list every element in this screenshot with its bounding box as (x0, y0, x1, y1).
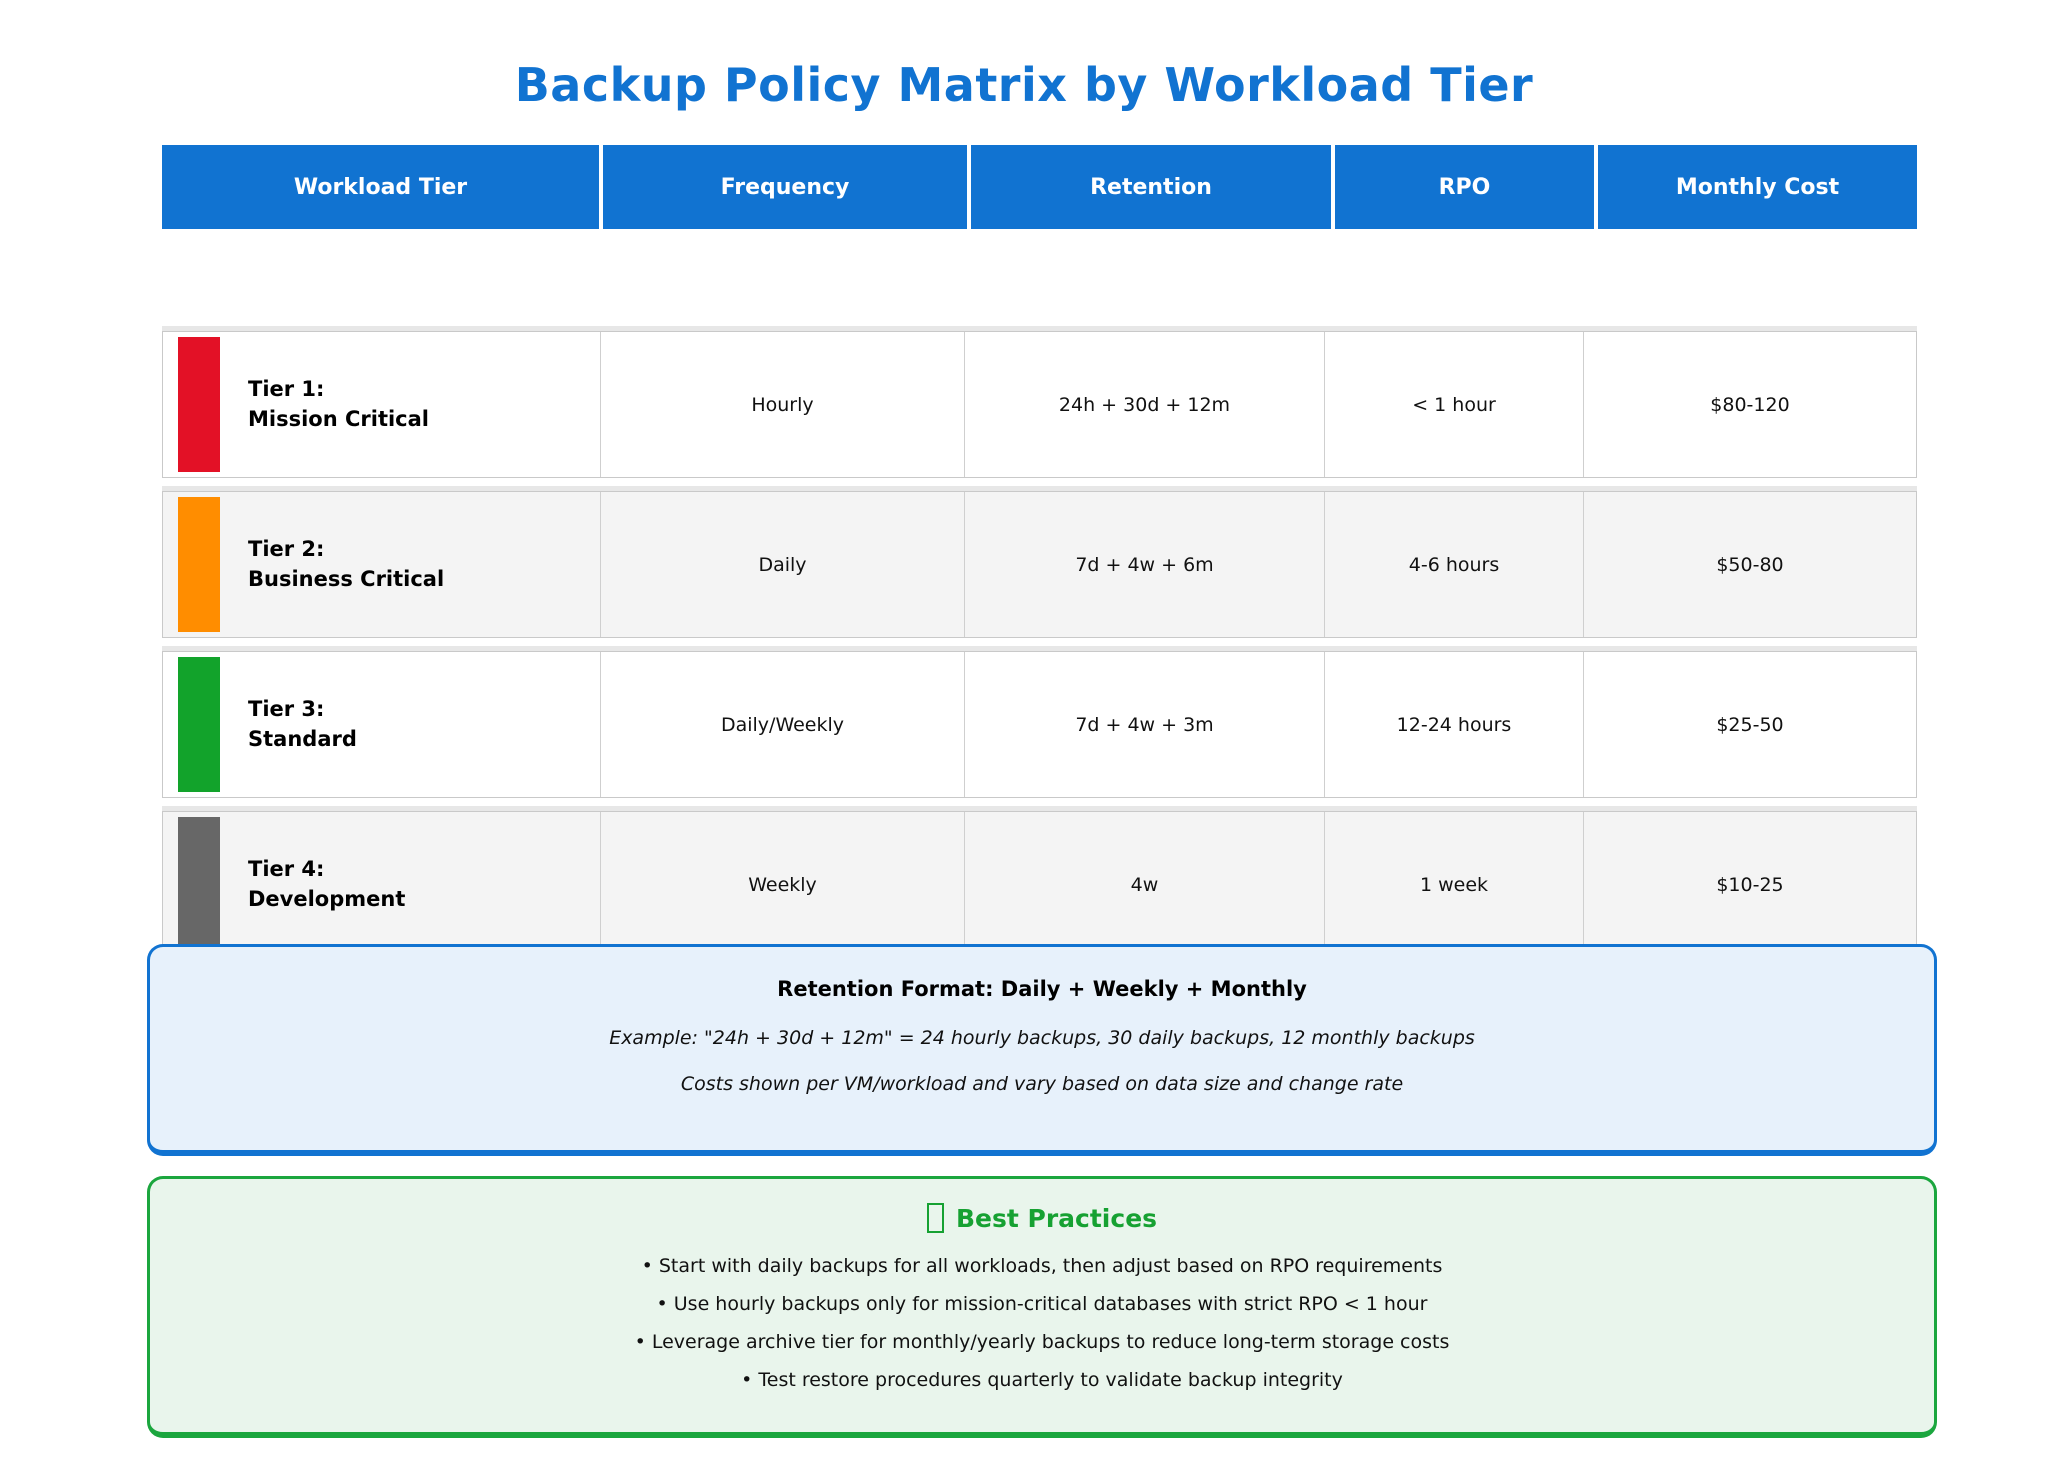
tier3-monthly-cost-cell: $25-50 (1583, 652, 1916, 797)
tier4-monthly-cost-cell: $10-25 (1583, 812, 1916, 957)
best-practices-heading-text: Best Practices (956, 1204, 1157, 1233)
tier4-label-line1: Tier 4: (248, 855, 405, 884)
column-header-retention: Retention (971, 145, 1331, 229)
best-practice-item-4: • Test restore procedures quarterly to v… (150, 1369, 1934, 1391)
tier4-frequency-cell: Weekly (600, 812, 964, 957)
tier4-rpo-cell: 1 week (1324, 812, 1583, 957)
tier1-color-bar (178, 337, 220, 472)
table-row-tier4: Tier 4: Development Weekly 4w 1 week $10… (162, 811, 1917, 958)
tier1-label-line2: Mission Critical (248, 405, 429, 434)
tier1-label-line1: Tier 1: (248, 375, 429, 404)
best-practice-item-2: • Use hourly backups only for mission-cr… (150, 1293, 1934, 1315)
tier2-name-cell: Tier 2: Business Critical (163, 492, 600, 637)
tier1-frequency-cell: Hourly (600, 332, 964, 477)
tier2-frequency-cell: Daily (600, 492, 964, 637)
page-title: Backup Policy Matrix by Workload Tier (0, 58, 2048, 112)
header-spacer (162, 229, 1917, 331)
retention-format-example: Example: "24h + 30d + 12m" = 24 hourly b… (150, 1027, 1934, 1049)
best-practices-heading: Best Practices (150, 1203, 1934, 1233)
missing-glyph-icon (927, 1203, 944, 1233)
tier3-retention-cell: 7d + 4w + 3m (964, 652, 1324, 797)
policy-table: Workload Tier Frequency Retention RPO Mo… (162, 145, 1917, 958)
tier3-color-bar (178, 657, 220, 792)
tier1-name-cell: Tier 1: Mission Critical (163, 332, 600, 477)
column-header-workload-tier: Workload Tier (162, 145, 599, 229)
tier2-label-line1: Tier 2: (248, 535, 444, 564)
tier2-rpo-cell: 4-6 hours (1324, 492, 1583, 637)
best-practice-item-1: • Start with daily backups for all workl… (150, 1255, 1934, 1277)
retention-format-costs: Costs shown per VM/workload and vary bas… (150, 1073, 1934, 1095)
tier4-label: Tier 4: Development (248, 855, 405, 914)
tier1-rpo-cell: < 1 hour (1324, 332, 1583, 477)
retention-format-title: Retention Format: Daily + Weekly + Month… (150, 977, 1934, 1001)
tier3-label-line2: Standard (248, 725, 357, 754)
tier4-color-bar (178, 817, 220, 952)
tier1-retention-cell: 24h + 30d + 12m (964, 332, 1324, 477)
tier4-name-cell: Tier 4: Development (163, 812, 600, 957)
table-header-row: Workload Tier Frequency Retention RPO Mo… (162, 145, 1917, 229)
tier2-monthly-cost-cell: $50-80 (1583, 492, 1916, 637)
tier2-retention-cell: 7d + 4w + 6m (964, 492, 1324, 637)
tier3-label: Tier 3: Standard (248, 695, 357, 754)
column-header-monthly-cost: Monthly Cost (1598, 145, 1917, 229)
tier3-frequency-cell: Daily/Weekly (600, 652, 964, 797)
tier2-label-line2: Business Critical (248, 565, 444, 594)
table-row-tier3: Tier 3: Standard Daily/Weekly 7d + 4w + … (162, 651, 1917, 798)
retention-format-note-box: Retention Format: Daily + Weekly + Month… (147, 944, 1937, 1156)
tier1-label: Tier 1: Mission Critical (248, 375, 429, 434)
tier4-retention-cell: 4w (964, 812, 1324, 957)
best-practice-item-3: • Leverage archive tier for monthly/year… (150, 1331, 1934, 1353)
column-header-frequency: Frequency (603, 145, 967, 229)
backup-policy-figure: Backup Policy Matrix by Workload Tier Wo… (0, 0, 2048, 1459)
tier3-label-line1: Tier 3: (248, 695, 357, 724)
tier4-label-line2: Development (248, 885, 405, 914)
table-row-tier2: Tier 2: Business Critical Daily 7d + 4w … (162, 491, 1917, 638)
best-practices-box: Best Practices • Start with daily backup… (147, 1176, 1937, 1438)
table-row-tier1: Tier 1: Mission Critical Hourly 24h + 30… (162, 331, 1917, 478)
tier2-color-bar (178, 497, 220, 632)
tier1-monthly-cost-cell: $80-120 (1583, 332, 1916, 477)
column-header-rpo: RPO (1335, 145, 1594, 229)
tier3-name-cell: Tier 3: Standard (163, 652, 600, 797)
tier2-label: Tier 2: Business Critical (248, 535, 444, 594)
tier3-rpo-cell: 12-24 hours (1324, 652, 1583, 797)
